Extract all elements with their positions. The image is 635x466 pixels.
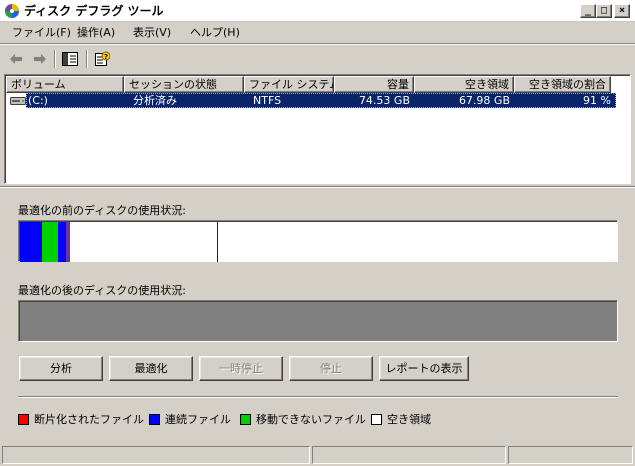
- defrag-window: ディスク デフラグ ツール _ □ × ファイル(F) 操作(A) 表示(V) …: [0, 0, 635, 466]
- column-header-free-percent[interactable]: 空き領域の割合: [514, 76, 611, 93]
- hard-drive-icon: [10, 97, 26, 105]
- contiguous-files-marker: [217, 222, 218, 262]
- cell-free-percent: 91 %: [583, 94, 611, 107]
- view-report-button[interactable]: レポートの表示: [379, 356, 469, 381]
- fragmented-swatch: [18, 413, 29, 425]
- forward-button[interactable]: [30, 50, 50, 68]
- back-button[interactable]: [6, 50, 26, 68]
- title-bar[interactable]: ディスク デフラグ ツール _ □ ×: [0, 0, 635, 22]
- pause-button[interactable]: 一時停止: [199, 356, 283, 381]
- free-space-swatch: [371, 413, 382, 425]
- menu-file[interactable]: ファイル(F): [12, 26, 71, 40]
- before-usage-display: [18, 220, 618, 262]
- contiguous-files-segment: [58, 222, 66, 262]
- legend-free-label: 空き領域: [387, 413, 431, 426]
- menu-help[interactable]: ヘルプ(H): [190, 26, 240, 40]
- svg-text:?: ?: [104, 53, 108, 61]
- menu-action[interactable]: 操作(A): [77, 26, 115, 40]
- back-arrow-icon: [10, 54, 22, 64]
- before-usage-label: 最適化の前のディスクの使用状況:: [18, 204, 186, 217]
- help-properties-button[interactable]: ?: [92, 50, 112, 68]
- legend-fragmented-label: 断片化されたファイル: [34, 413, 144, 426]
- analyze-button[interactable]: 分析: [19, 356, 103, 381]
- pane-separator: [0, 186, 635, 188]
- status-pane: [508, 446, 633, 464]
- unmovable-swatch: [240, 413, 251, 425]
- legend-fragmented: 断片化されたファイル: [18, 412, 144, 426]
- status-bar: [0, 444, 635, 466]
- cell-volume: (C:): [28, 94, 48, 107]
- window-title: ディスク デフラグ ツール: [24, 4, 164, 18]
- menu-bar: ファイル(F) 操作(A) 表示(V) ヘルプ(H): [0, 23, 635, 43]
- column-header-capacity[interactable]: 容量: [334, 76, 414, 93]
- menu-separator: [0, 43, 635, 45]
- after-usage-display: [18, 300, 618, 342]
- column-header-volume[interactable]: ボリューム: [6, 76, 124, 93]
- show-hide-tree-button[interactable]: [60, 50, 80, 68]
- console-tree-icon: [62, 52, 78, 66]
- cell-capacity: 74.53 GB: [358, 94, 410, 107]
- column-header-file-system[interactable]: ファイル システム: [244, 76, 334, 93]
- legend-separator: [18, 396, 618, 398]
- toolbar-separator: [86, 50, 88, 68]
- status-pane: [2, 446, 310, 464]
- close-button[interactable]: ×: [614, 4, 630, 18]
- toolbar-separator: [54, 50, 56, 68]
- volume-list[interactable]: ボリューム セッションの状態 ファイル システム 容量 空き領域 空き領域の割合…: [4, 74, 631, 184]
- legend-unmovable-label: 移動できないファイル: [256, 413, 366, 426]
- status-pane: [312, 446, 506, 464]
- cell-session-state: 分析済み: [133, 94, 177, 107]
- cell-free-space: 67.98 GB: [458, 94, 510, 107]
- maximize-button[interactable]: □: [596, 4, 612, 18]
- forward-arrow-icon: [34, 54, 46, 64]
- legend-free: 空き領域: [371, 412, 431, 426]
- help-document-icon: ?: [95, 51, 110, 66]
- legend-contiguous-label: 連続ファイル: [165, 413, 231, 426]
- table-row[interactable]: (C:) 分析済み NTFS 74.53 GB 67.98 GB 91 %: [6, 93, 616, 108]
- defrag-app-icon: [5, 4, 19, 18]
- defragment-button[interactable]: 最適化: [109, 356, 193, 381]
- column-header-free-space[interactable]: 空き領域: [414, 76, 514, 93]
- cell-file-system: NTFS: [253, 94, 282, 107]
- fragmented-files-segment: [66, 222, 70, 262]
- contiguous-files-segment: [20, 222, 42, 262]
- toolbar: ?: [0, 46, 635, 72]
- contiguous-swatch: [149, 413, 160, 425]
- list-header: ボリューム セッションの状態 ファイル システム 容量 空き領域 空き領域の割合: [6, 76, 630, 93]
- legend-contiguous: 連続ファイル: [149, 412, 231, 426]
- legend-unmovable: 移動できないファイル: [240, 412, 366, 426]
- column-header-session-state[interactable]: セッションの状態: [124, 76, 244, 93]
- after-usage-label: 最適化の後のディスクの使用状況:: [18, 284, 186, 297]
- menu-view[interactable]: 表示(V): [133, 26, 171, 40]
- unmovable-files-segment: [42, 222, 58, 262]
- minimize-button[interactable]: _: [580, 4, 596, 18]
- stop-button[interactable]: 停止: [289, 356, 373, 381]
